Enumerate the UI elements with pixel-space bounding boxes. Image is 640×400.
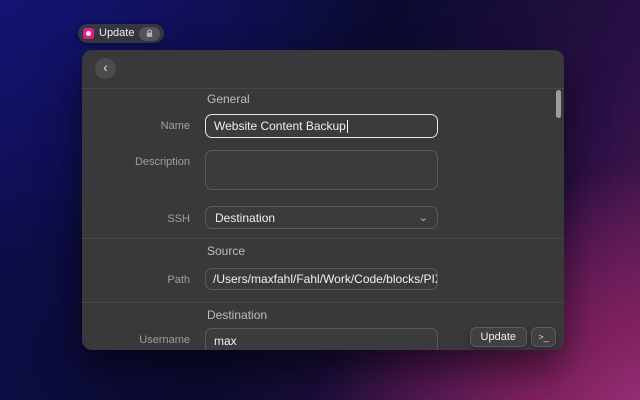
floating-update-chip[interactable]: Update <box>78 24 164 43</box>
section-divider <box>82 302 564 303</box>
section-heading-general: General <box>207 92 250 106</box>
terminal-icon: >_ <box>538 332 548 342</box>
section-heading-source: Source <box>207 244 245 258</box>
path-label: Path <box>82 274 190 286</box>
update-button[interactable]: Update <box>470 327 527 347</box>
lock-badge[interactable] <box>139 27 160 41</box>
username-label: Username <box>82 334 190 346</box>
update-button-label: Update <box>481 331 516 343</box>
header-divider <box>82 88 564 89</box>
username-input[interactable] <box>205 328 438 350</box>
footer-actions: Update >_ <box>470 327 556 347</box>
text-caret <box>347 120 348 133</box>
section-heading-destination: Destination <box>207 308 267 322</box>
name-input[interactable]: Website Content Backup <box>205 114 438 138</box>
path-input-value: /Users/maxfahl/Fahl/Work/Code/blocks/PIX… <box>213 272 438 286</box>
app-icon <box>83 28 94 39</box>
ssh-select[interactable]: Destination ⌄ <box>205 206 438 229</box>
name-input-value: Website Content Backup <box>214 119 346 133</box>
ssh-label: SSH <box>82 213 190 225</box>
scrollbar-thumb[interactable] <box>556 90 561 118</box>
dialog-header: ‹ <box>82 50 564 88</box>
name-label: Name <box>82 120 190 132</box>
terminal-button[interactable]: >_ <box>531 327 556 347</box>
ssh-select-value: Destination <box>215 211 275 225</box>
description-label: Description <box>82 156 190 168</box>
description-textarea[interactable] <box>205 150 438 190</box>
chevron-left-icon: ‹ <box>103 59 108 75</box>
chip-update-label: Update <box>99 24 134 43</box>
section-divider <box>82 238 564 239</box>
lock-icon <box>145 29 154 38</box>
path-input[interactable]: /Users/maxfahl/Fahl/Work/Code/blocks/PIX… <box>205 268 438 290</box>
task-editor-dialog: ‹ General Name Website Content Backup De… <box>82 50 564 350</box>
back-button[interactable]: ‹ <box>95 58 116 79</box>
chevron-down-icon: ⌄ <box>419 213 428 223</box>
